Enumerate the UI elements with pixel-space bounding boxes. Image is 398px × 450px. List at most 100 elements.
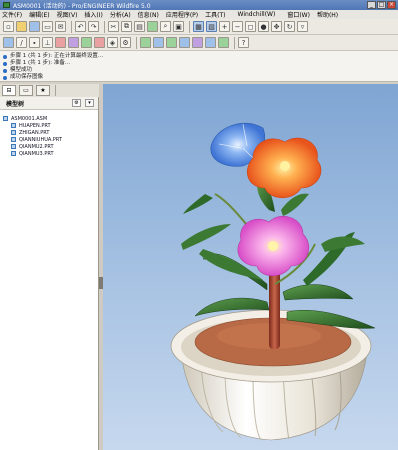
info-icon	[3, 68, 7, 73]
menu-view[interactable]: 视图(V)	[57, 10, 78, 19]
part-icon	[11, 151, 16, 156]
analysis-icon[interactable]	[218, 37, 229, 48]
tree-settings-icon[interactable]: ⚙	[72, 99, 81, 107]
message-line: 步骤 1 (共 1 步): 正在计算最终设置...	[3, 53, 395, 60]
tree-item-part[interactable]: HUAPEN.PRT	[0, 122, 98, 129]
part-icon	[11, 123, 16, 128]
tree-item-part[interactable]: QIANMU2.PRT	[0, 143, 98, 150]
coordinate-system-icon[interactable]: ⊥	[42, 37, 53, 48]
model-tree-panel: 模型树 ⚙ ▾ ASM0001.ASM HUAPEN.PRT ZHIGAN.PR…	[0, 97, 99, 450]
shading-icon[interactable]: ●	[258, 21, 269, 32]
graphics-viewport[interactable]	[103, 84, 398, 450]
model-tree-tab[interactable]: ⊟	[2, 85, 16, 96]
toolbar-separator	[234, 36, 235, 49]
tree-item-label: ZHIGAN.PRT	[19, 129, 50, 136]
datum-plane-icon[interactable]	[3, 37, 14, 48]
menu-analysis[interactable]: 分析(A)	[110, 10, 131, 19]
menu-info[interactable]: 信息(N)	[138, 10, 159, 19]
menu-edit[interactable]: 编辑(E)	[29, 10, 49, 19]
menu-file[interactable]: 文件(F)	[2, 10, 22, 19]
orient-icon[interactable]: ▧	[206, 21, 217, 32]
setup-icon[interactable]: ⚙	[120, 37, 131, 48]
color-icon[interactable]	[94, 37, 105, 48]
menu-bar: 文件(F) 编辑(E) 视图(V) 插入(I) 分析(A) 信息(N) 应用程序…	[0, 10, 398, 19]
window-controls: _ □ ×	[367, 1, 396, 9]
tree-root-assembly[interactable]: ASM0001.ASM	[0, 115, 98, 122]
part-icon	[11, 144, 16, 149]
tree-item-label: QIANNIUHUA.PRT	[19, 136, 62, 143]
toolbar-separator	[136, 36, 137, 49]
appearance-icon[interactable]	[140, 37, 151, 48]
tree-item-part[interactable]: ZHIGAN.PRT	[0, 129, 98, 136]
tree-item-label: QIANMU2.PRT	[19, 143, 54, 150]
saved-views-icon[interactable]: ▿	[297, 21, 308, 32]
favorites-tab[interactable]: ★	[36, 85, 50, 96]
assembly-icon	[3, 116, 8, 121]
window-title: ASM0001 (活动的) - Pro/ENGINEER Wildfire 5.…	[13, 2, 151, 10]
mapkey-icon[interactable]	[153, 37, 164, 48]
email-icon[interactable]: ✉	[55, 21, 66, 32]
part-icon	[11, 137, 16, 142]
refit-icon[interactable]: ◻	[245, 21, 256, 32]
menu-window[interactable]: 窗口(W)	[287, 10, 310, 19]
info-icon	[3, 61, 7, 66]
new-file-icon[interactable]: ▫	[3, 21, 14, 32]
paste-icon[interactable]: ▤	[134, 21, 145, 32]
title-bar: ASM0001 (活动的) - Pro/ENGINEER Wildfire 5.…	[0, 0, 398, 10]
tree-item-part[interactable]: QIANNIUHUA.PRT	[0, 136, 98, 143]
repaint-icon[interactable]: ▦	[193, 21, 204, 32]
tree-item-label: QIANMU3.PRT	[19, 150, 54, 157]
print-icon[interactable]: ▭	[42, 21, 53, 32]
tree-item-part[interactable]: QIANMU3.PRT	[0, 150, 98, 157]
folder-browser-tab[interactable]: ▭	[19, 85, 33, 96]
hide-icon[interactable]	[55, 37, 66, 48]
datum-point-icon[interactable]: ∙	[29, 37, 40, 48]
tab-separator	[55, 85, 56, 96]
save-icon[interactable]	[29, 21, 40, 32]
model-render	[170, 123, 376, 441]
info-icon	[3, 75, 7, 80]
maximize-button[interactable]: □	[377, 1, 386, 9]
help-icon[interactable]: ?	[238, 37, 249, 48]
menu-windchill[interactable]: Windchill(W)	[238, 11, 276, 18]
regenerate-icon[interactable]	[147, 21, 158, 32]
zoom-out-icon[interactable]: −	[232, 21, 243, 32]
navigator-tabs: ⊟ ▭ ★	[0, 84, 103, 97]
toolbar-separator	[189, 20, 190, 33]
datum-axis-icon[interactable]: /	[16, 37, 27, 48]
menu-help[interactable]: 帮助(H)	[317, 10, 338, 19]
model-tree-tools: ⚙ ▾	[72, 99, 98, 107]
minimize-button[interactable]: _	[367, 1, 376, 9]
analysis-icon[interactable]	[179, 37, 190, 48]
menu-tools[interactable]: 工具(T)	[205, 10, 225, 19]
tree-filter-icon[interactable]: ▾	[85, 99, 94, 107]
toolbar-main: ▫ ▭ ✉ ↶ ↷ ✂ ⧉ ▤ ⌕ ▣ ▦ ▧ + − ◻ ● ✥ ↻ ▿	[0, 19, 398, 35]
open-icon[interactable]	[16, 21, 27, 32]
spin-icon[interactable]: ↻	[284, 21, 295, 32]
redo-icon[interactable]: ↷	[88, 21, 99, 32]
render-icon[interactable]: ◈	[107, 37, 118, 48]
analysis-icon[interactable]	[192, 37, 203, 48]
toolbar-separator	[71, 20, 72, 33]
model-display-icon[interactable]	[81, 37, 92, 48]
layer-icon[interactable]	[68, 37, 79, 48]
toolbar-separator	[104, 20, 105, 33]
zoom-in-icon[interactable]: +	[219, 21, 230, 32]
measure-icon[interactable]	[166, 37, 177, 48]
message-line: 成功保存图像	[3, 74, 395, 81]
message-area: 步骤 1 (共 1 步): 正在计算最终设置... 步骤 1 (共 1 步): …	[0, 51, 398, 82]
cut-icon[interactable]: ✂	[108, 21, 119, 32]
undo-icon[interactable]: ↶	[75, 21, 86, 32]
message-line: 模型成功	[3, 67, 395, 74]
copy-icon[interactable]: ⧉	[121, 21, 132, 32]
search-icon[interactable]: ⌕	[160, 21, 171, 32]
part-icon	[11, 130, 16, 135]
info-icon	[3, 54, 7, 59]
toolbar-secondary: / ∙ ⊥ ◈ ⚙ ?	[0, 35, 398, 51]
close-button[interactable]: ×	[387, 1, 396, 9]
pan-icon[interactable]: ✥	[271, 21, 282, 32]
analysis-icon[interactable]	[205, 37, 216, 48]
menu-insert[interactable]: 插入(I)	[84, 10, 102, 19]
select-icon[interactable]: ▣	[173, 21, 184, 32]
menu-applications[interactable]: 应用程序(P)	[166, 10, 198, 19]
